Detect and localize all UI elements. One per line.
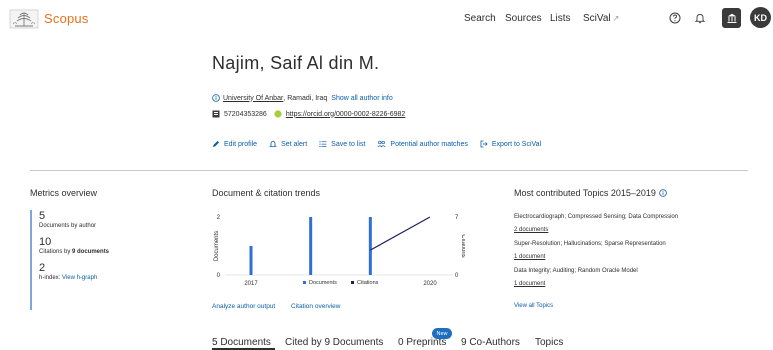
- set-alert-button[interactable]: Set alert: [269, 140, 307, 148]
- info-icon[interactable]: [659, 189, 668, 197]
- topics-title-row: Most contributed Topics 2015–2019: [514, 188, 668, 198]
- institution-icon[interactable]: [722, 8, 741, 28]
- h-index-label-row: h-index: View h-graph: [39, 274, 160, 282]
- documents-count-label: Documents by author: [39, 223, 97, 229]
- documents-bar: [309, 217, 313, 275]
- legend-documents-label: Documents: [309, 280, 337, 286]
- y-tick-left: 0: [217, 273, 221, 279]
- save-to-list-label: Save to list: [331, 140, 366, 148]
- tab-co-authors[interactable]: 9 Co-Authors: [461, 337, 520, 348]
- analyze-author-output-link[interactable]: Analyze author output: [212, 303, 275, 310]
- save-to-list-button[interactable]: Save to list: [319, 140, 365, 148]
- info-icon: [212, 94, 220, 102]
- topic-item-documents-link[interactable]: 2 documents: [514, 227, 548, 233]
- x-tick-label: 2020: [423, 281, 437, 287]
- topic-item-documents-link[interactable]: 1 document: [514, 281, 545, 287]
- elsevier-logo-icon[interactable]: [9, 9, 39, 29]
- legend-citations-label: Citations: [357, 280, 379, 286]
- topic-item-name: Electrocardiograph; Compressed Sensing; …: [514, 214, 679, 220]
- metrics-overview-title: Metrics overview: [30, 188, 98, 198]
- potential-author-matches-label: Potential author matches: [390, 140, 468, 148]
- citations-label-prefix: Citations by: [39, 249, 73, 255]
- bell-icon[interactable]: [690, 8, 710, 28]
- document-citation-chart: Documents Citations 2 0 7 0 2017 2020 Documents C…: [214, 215, 465, 287]
- orcid-link[interactable]: https://orcid.org/0000-0002-8226-6982: [286, 111, 405, 118]
- citations-label-documents[interactable]: 9 documents: [72, 249, 109, 255]
- topic-item-documents-link[interactable]: 1 document: [514, 254, 545, 260]
- list-icon: [319, 141, 327, 147]
- nav-lists[interactable]: Lists: [550, 13, 571, 24]
- citations-count-label: Citations by 9 documents: [39, 248, 160, 256]
- nav-sources[interactable]: Sources: [505, 13, 542, 24]
- help-icon[interactable]: [665, 8, 685, 28]
- bell-icon: [269, 141, 278, 147]
- nav-search[interactable]: Search: [464, 13, 496, 24]
- x-tick-label: 2017: [244, 281, 258, 287]
- show-all-author-info-link[interactable]: Show all author info: [331, 95, 392, 102]
- export-icon: [480, 140, 488, 148]
- affiliation-link[interactable]: University Of Anbar: [223, 95, 283, 102]
- nav-scival[interactable]: SciVal ↗: [583, 13, 619, 24]
- topics-title: Most contributed Topics 2015–2019: [514, 188, 656, 198]
- tab-documents[interactable]: 5 Documents: [212, 337, 271, 348]
- pencil-icon: [213, 141, 219, 147]
- profile-actions: Edit profile Set alert Save to list Pote…: [212, 140, 553, 148]
- y-tick-left: 2: [217, 215, 221, 221]
- citations-line: [370, 216, 431, 251]
- documents-count: 5: [39, 210, 46, 222]
- documents-bar: [368, 217, 372, 275]
- external-link-icon: ↗: [612, 14, 620, 23]
- legend-documents-swatch: [303, 281, 306, 284]
- author-name: Najim, Saif Al din M.: [212, 53, 380, 73]
- set-alert-label: Set alert: [281, 140, 308, 148]
- y-axis-right-label: Citations: [460, 234, 465, 257]
- h-index-label: h-index:: [39, 275, 61, 281]
- people-icon: [377, 140, 387, 148]
- metrics-panel: 5 Documents by author 10 Citations by 9 …: [30, 210, 160, 310]
- new-badge: New: [432, 328, 452, 339]
- affiliation-row: University Of Anbar , Ramadi, Iraq Show …: [212, 94, 393, 102]
- identifier-row: 57204353286 https://orcid.org/0000-0002-…: [212, 110, 405, 118]
- tab-topics[interactable]: Topics: [535, 337, 563, 348]
- author-id-icon: [212, 110, 220, 118]
- topic-item-name: Data Integrity; Auditing; Random Oracle …: [514, 268, 638, 274]
- view-all-topics-link[interactable]: View all Topics: [514, 303, 553, 309]
- citation-overview-link[interactable]: Citation overview: [291, 303, 341, 310]
- y-axis-left-label: Documents: [214, 231, 220, 261]
- nav-scival-label: SciVal: [583, 13, 611, 24]
- scopus-brand[interactable]: Scopus: [44, 11, 89, 26]
- topic-item-name: Super-Resolution; Hallucinations; Sparse…: [514, 241, 666, 247]
- author-id: 57204353286: [224, 110, 267, 118]
- trends-title: Document & citation trends: [212, 188, 321, 198]
- legend-citations-swatch: [351, 281, 354, 284]
- user-avatar[interactable]: KD: [750, 7, 771, 28]
- section-divider: [30, 170, 748, 171]
- export-to-scival-label: Export to SciVal: [491, 140, 542, 148]
- y-tick-right: 0: [455, 273, 459, 279]
- tab-cited-by[interactable]: Cited by 9 Documents: [285, 337, 383, 348]
- top-bar: Scopus Search Sources Lists SciVal ↗ KD: [0, 0, 773, 40]
- edit-profile-button[interactable]: Edit profile: [212, 140, 257, 148]
- export-to-scival-button[interactable]: Export to SciVal: [480, 140, 541, 148]
- orcid-icon: [274, 110, 282, 118]
- citations-count: 10: [39, 236, 52, 248]
- view-h-graph-link[interactable]: View h-graph: [62, 275, 97, 281]
- h-index-value: 2: [39, 262, 46, 274]
- edit-profile-label: Edit profile: [224, 140, 258, 148]
- potential-author-matches-button[interactable]: Potential author matches: [377, 140, 468, 148]
- affiliation-location: , Ramadi, Iraq: [283, 94, 328, 102]
- y-tick-right: 7: [455, 215, 459, 221]
- documents-bar: [249, 246, 253, 275]
